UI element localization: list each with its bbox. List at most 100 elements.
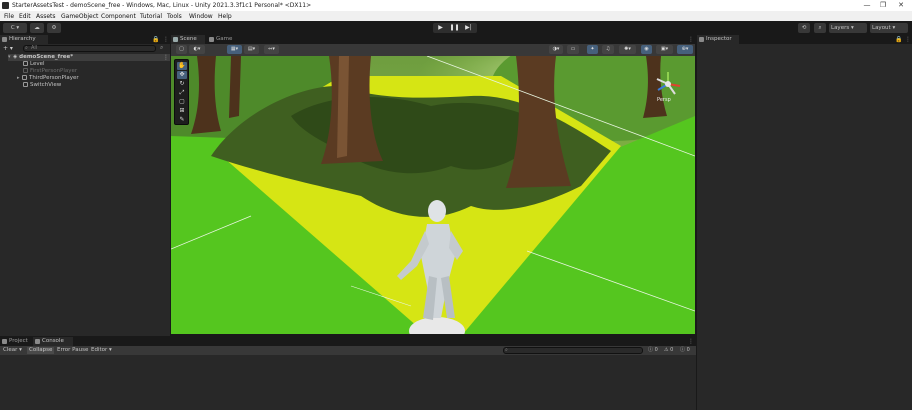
tree-item-scene[interactable]: ▾ ◈ demoScene_free* — [8, 54, 170, 61]
history-icon[interactable]: ⟲ — [798, 23, 810, 33]
view-tool-icon[interactable]: ✋ — [177, 62, 187, 70]
gizmo-projection-label[interactable]: Persp — [657, 97, 671, 103]
main-toolbar: C ▾ ☁ ⚙ ▶ ❚❚ ▶| ⟲ ⌕ Layers ▾ Layout ▾ — [0, 21, 912, 35]
collab-icon[interactable]: ⚙ — [47, 23, 61, 33]
inspector-menu-icon[interactable]: ⋮ — [905, 36, 911, 43]
move-tool-icon[interactable]: ✥ — [177, 71, 187, 79]
info-count-value: 0 — [654, 347, 658, 353]
console-toolbar: Clear ▾ Collapse Error Pause Editor ▾ ⌕ … — [0, 346, 696, 355]
menu-tutorial[interactable]: Tutorial — [140, 13, 162, 20]
axis-gizmo-icon — [656, 72, 681, 95]
menu-tools[interactable]: Tools — [167, 13, 182, 20]
tab-game-label: Game — [216, 36, 233, 42]
tree-item-level[interactable]: Level — [23, 61, 45, 68]
rect-tool-icon[interactable]: ▢ — [177, 98, 187, 106]
layout-label: Layout — [872, 25, 891, 31]
grid-toggle-icon[interactable]: ▦▾ — [227, 45, 242, 54]
window-title: StarterAssetsTest - demoScene_free - Win… — [12, 2, 312, 9]
camera-dropdown[interactable]: ▣▾ — [656, 45, 673, 54]
game-icon — [209, 37, 214, 42]
increment-snap-icon[interactable]: ⇔▾ — [264, 45, 279, 54]
tree-trunk-small — [229, 56, 241, 118]
scene-visibility-icon[interactable]: ⌕ — [160, 44, 163, 52]
menu-edit[interactable]: Edit — [19, 13, 31, 20]
scene-menu-icon[interactable]: ⋮ — [688, 36, 694, 43]
scene-viewport[interactable]: Persp — [171, 56, 695, 334]
menu-component[interactable]: Component — [101, 13, 136, 20]
hierarchy-search-input[interactable]: ⌕ All — [23, 45, 156, 52]
tab-hierarchy-label: Hierarchy — [9, 36, 36, 42]
window-title-bar: StarterAssetsTest - demoScene_free - Win… — [0, 0, 912, 11]
draw-mode-dropdown[interactable]: ◑▾ — [549, 45, 563, 54]
cloud-icon[interactable]: ☁ — [30, 23, 44, 33]
console-icon — [35, 339, 40, 344]
tab-console[interactable]: Console — [33, 337, 73, 346]
folder-icon — [2, 339, 7, 344]
lock-icon[interactable]: 🔒 — [895, 36, 902, 43]
pause-button[interactable]: ❚❚ — [448, 23, 461, 33]
error-count[interactable]: ⓘ 0 — [680, 347, 690, 354]
menu-bar: File Edit Assets GameObject Component Tu… — [0, 11, 912, 21]
step-button[interactable]: ▶| — [462, 23, 475, 33]
maximize-button[interactable]: ❐ — [874, 0, 892, 11]
gameobject-icon — [23, 61, 28, 66]
info-count[interactable]: ⓘ 0 — [648, 347, 658, 354]
lighting-toggle-icon[interactable]: ✦ — [587, 45, 598, 54]
orientation-gizmo[interactable]: Persp — [653, 70, 683, 104]
tab-scene[interactable]: Scene — [171, 35, 205, 44]
account-dropdown[interactable]: C ▾ — [3, 23, 27, 33]
menu-file[interactable]: File — [4, 13, 14, 20]
scene-toolbar: ▢ ◐▾ ▦▾ ▤▾ ⇔▾ ◑▾ ▭ ✦ ♫ ✺▾ ◉ ▣▾ ⊕▾ — [171, 44, 695, 56]
center-pivot-dropdown[interactable]: ◐▾ — [189, 45, 205, 54]
playmode-controls: ▶ ❚❚ ▶| — [433, 23, 477, 33]
rotate-tool-icon[interactable]: ↻ — [177, 80, 187, 88]
gameobject-icon — [23, 82, 28, 87]
scene-icon — [173, 37, 178, 42]
tab-project[interactable]: Project — [0, 337, 32, 346]
collapse-toggle[interactable]: Collapse — [27, 347, 55, 354]
gizmos-dropdown[interactable]: ⊕▾ — [677, 45, 693, 54]
add-object-button[interactable]: + ▾ — [3, 45, 13, 52]
console-menu-icon[interactable]: ⋮ — [688, 338, 694, 345]
tree-item-firstpersonplayer[interactable]: FirstPersonPlayer — [23, 68, 77, 75]
custom-tool-icon[interactable]: ✎ — [177, 116, 187, 124]
tree-item-thirdpersonplayer[interactable]: ▸ ThirdPersonPlayer — [17, 75, 79, 82]
menu-assets[interactable]: Assets — [36, 13, 56, 20]
warning-count[interactable]: ⚠ 0 — [664, 347, 673, 354]
scene-render — [171, 56, 695, 334]
lock-icon[interactable]: 🔒 — [152, 36, 159, 43]
scene-menu-icon[interactable]: ⋮ — [163, 54, 169, 61]
tab-hierarchy[interactable]: Hierarchy — [0, 35, 48, 44]
layers-dropdown[interactable]: Layers ▾ — [829, 23, 867, 33]
tree-item-switchview[interactable]: SwitchView — [23, 82, 61, 89]
menu-help[interactable]: Help — [218, 13, 232, 20]
tab-game[interactable]: Game — [207, 35, 241, 44]
hierarchy-menu-icon[interactable]: ⋮ — [163, 36, 169, 43]
hidden-objects-icon[interactable]: ◉ — [641, 45, 652, 54]
error-pause-toggle[interactable]: Error Pause — [57, 347, 88, 354]
search-icon[interactable]: ⌕ — [814, 23, 826, 33]
warning-count-value: 0 — [670, 347, 674, 353]
clear-button[interactable]: Clear ▾ — [3, 347, 22, 354]
transform-tool-icon[interactable]: ⊞ — [177, 107, 187, 115]
tab-inspector[interactable]: Inspector — [697, 35, 739, 44]
menu-window[interactable]: Window — [189, 13, 213, 20]
audio-toggle-icon[interactable]: ♫ — [602, 45, 614, 54]
console-search-input[interactable]: ⌕ — [503, 347, 643, 354]
tree-item-label: ThirdPersonPlayer — [29, 75, 79, 81]
search-icon: ⌕ — [505, 347, 508, 353]
editor-dropdown[interactable]: Editor ▾ — [91, 347, 112, 354]
scale-tool-icon[interactable]: ⤢ — [177, 89, 187, 97]
gameobject-icon — [23, 68, 28, 73]
menu-gameobject[interactable]: GameObject — [61, 13, 98, 20]
snap-toggle-icon[interactable]: ▤▾ — [244, 45, 259, 54]
effects-dropdown[interactable]: ✺▾ — [619, 45, 636, 54]
play-button[interactable]: ▶ — [434, 23, 447, 33]
inspector-tabbar: Inspector 🔒 ⋮ — [697, 35, 912, 44]
hierarchy-panel: Hierarchy 🔒 ⋮ + ▾ ⌕ All ⌕ ▾ ◈ demoScene_f… — [0, 35, 170, 336]
close-button[interactable]: ✕ — [892, 0, 910, 11]
layout-dropdown[interactable]: Layout ▾ — [870, 23, 908, 33]
error-count-value: 0 — [686, 347, 690, 353]
2d-toggle[interactable]: ▭ — [567, 45, 579, 54]
hand-tool-icon[interactable]: ▢ — [176, 45, 187, 54]
